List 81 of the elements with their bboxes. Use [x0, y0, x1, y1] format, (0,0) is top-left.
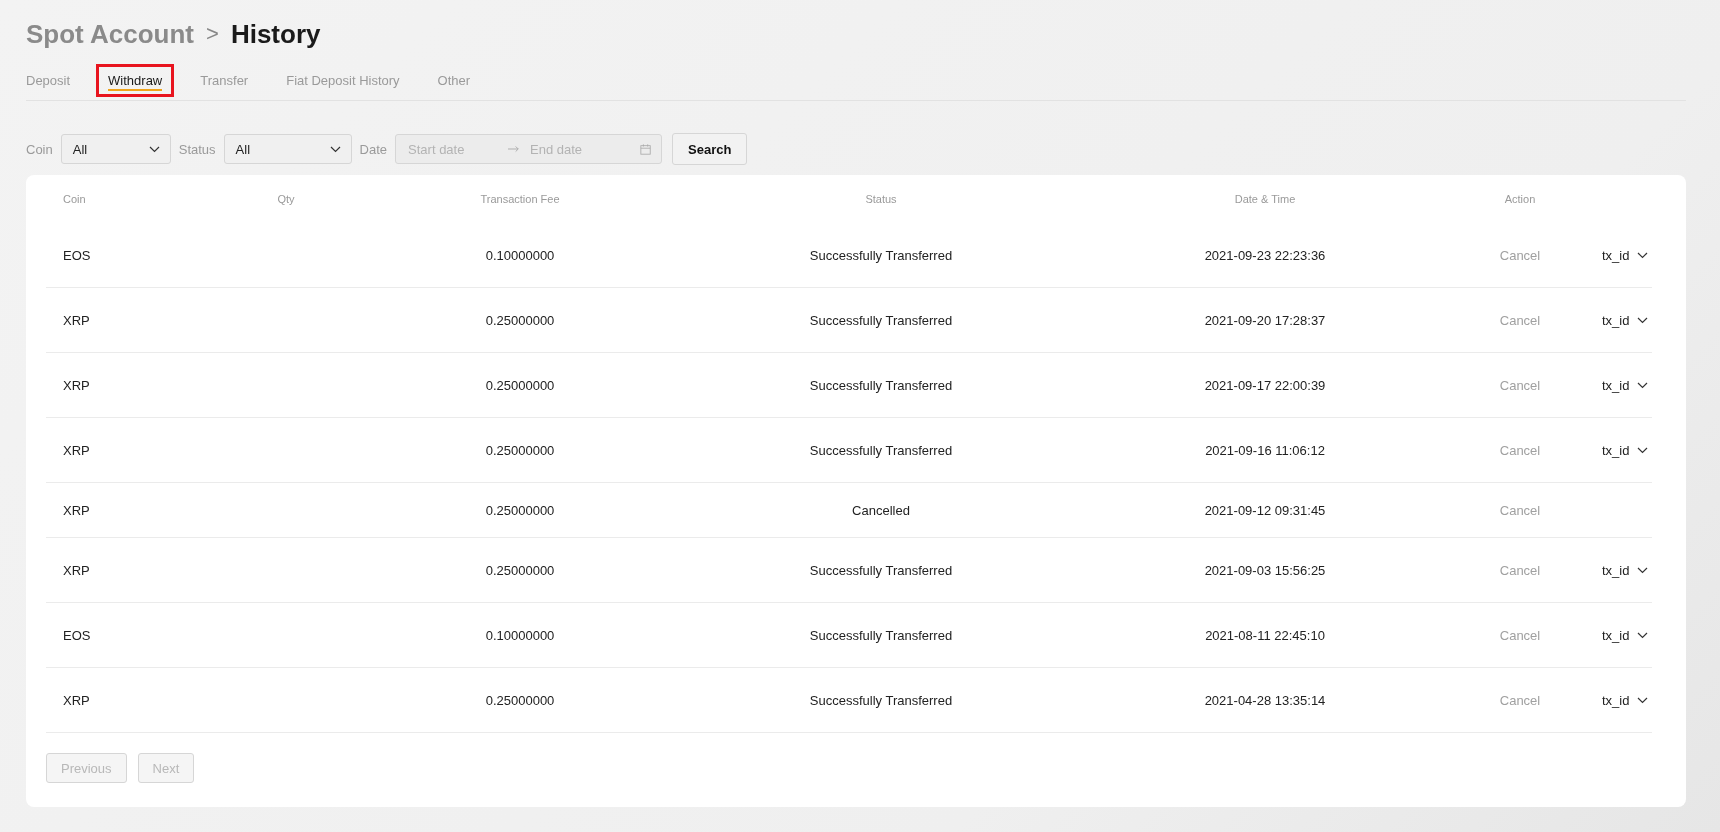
start-date-input[interactable]: Start date [408, 141, 499, 157]
status-select[interactable]: All [223, 134, 352, 164]
column-header: Date & Time [1234, 193, 1296, 205]
fee-cell: 0.25000000 [485, 562, 555, 578]
breadcrumb-separator: > [206, 21, 219, 47]
column-header: Qty [277, 193, 295, 205]
coin-label: Coin [26, 141, 53, 157]
cancel-link[interactable]: Cancel [1499, 377, 1541, 393]
tx-id-toggle[interactable]: tx_id [1602, 562, 1649, 578]
fee-cell: 0.10000000 [485, 627, 555, 643]
datetime-cell: 2021-09-16 11:06:12 [1205, 442, 1325, 458]
cancel-link[interactable]: Cancel [1499, 502, 1541, 518]
chevron-down-icon [329, 145, 341, 153]
datetime-cell: 2021-09-17 22:00:39 [1204, 377, 1326, 393]
cancel-link[interactable]: Cancel [1499, 562, 1541, 578]
coin-cell-text: XRP [62, 502, 90, 518]
coin-cell-text: XRP [62, 377, 90, 393]
end-date-input[interactable]: End date [530, 141, 630, 157]
status-cell: Successfully Transferred [809, 627, 953, 643]
chevron-down-icon [148, 145, 160, 153]
datetime-cell: 2021-08-11 22:45:10 [1205, 627, 1325, 643]
search-button[interactable]: Search [672, 133, 748, 165]
cancel-link[interactable]: Cancel [1499, 247, 1541, 263]
coin-cell-text: EOS [62, 627, 91, 643]
tab[interactable]: Deposit [26, 60, 83, 100]
datetime-cell: 2021-09-12 09:31:45 [1204, 502, 1326, 518]
status-cell: Cancelled [852, 502, 910, 518]
column-header: Transaction Fee [480, 193, 560, 205]
tab[interactable]: Withdraw [96, 60, 175, 100]
chevron-down-icon [1637, 316, 1649, 324]
status-cell: Successfully Transferred [809, 247, 953, 263]
chevron-down-icon [1637, 631, 1649, 639]
fee-cell: 0.25000000 [485, 312, 555, 328]
tx-id-toggle[interactable]: tx_id [1602, 377, 1649, 393]
chevron-down-icon [1637, 251, 1649, 259]
tx-id-toggle[interactable]: tx_id [1602, 627, 1649, 643]
calendar-icon [640, 142, 652, 156]
coin-cell-text: XRP [62, 562, 90, 578]
datetime-cell: 2021-09-03 15:56:25 [1204, 562, 1326, 578]
arrow-right-icon [508, 145, 520, 153]
status-cell: Successfully Transferred [809, 377, 953, 393]
cancel-link[interactable]: Cancel [1499, 312, 1541, 328]
coin-cell-text: XRP [62, 442, 90, 458]
chevron-down-icon [1637, 381, 1649, 389]
fee-cell: 0.25000000 [485, 377, 555, 393]
tx-id-toggle[interactable]: tx_id [1602, 312, 1649, 328]
column-header: Coin [62, 193, 86, 205]
tx-id-toggle[interactable]: tx_id [1602, 247, 1649, 263]
tx-id-toggle[interactable]: tx_id [1602, 442, 1649, 458]
tx-id-toggle[interactable]: tx_id [1602, 692, 1649, 708]
fee-cell: 0.25000000 [485, 692, 555, 708]
date-label: Date [359, 141, 388, 157]
coin-cell-text: XRP [62, 312, 90, 328]
tab[interactable]: Transfer [188, 60, 261, 100]
status-cell: Successfully Transferred [809, 442, 953, 458]
cancel-link[interactable]: Cancel [1499, 692, 1541, 708]
column-header: Action [1504, 193, 1536, 205]
datetime-cell: 2021-04-28 13:35:14 [1204, 692, 1326, 708]
status-cell: Successfully Transferred [809, 312, 953, 328]
fee-cell: 0.25000000 [485, 502, 555, 518]
chevron-down-icon [1637, 566, 1649, 574]
status-cell: Successfully Transferred [809, 562, 953, 578]
tab[interactable]: Other [425, 60, 483, 100]
coin-cell-text: EOS [62, 247, 91, 263]
chevron-down-icon [1637, 446, 1649, 454]
datetime-cell: 2021-09-23 22:23:36 [1204, 247, 1326, 263]
column-header: Status [865, 193, 897, 205]
coin-select[interactable]: All [60, 134, 171, 164]
fee-cell: 0.25000000 [485, 442, 555, 458]
datetime-cell: 2021-09-20 17:28:37 [1204, 312, 1326, 328]
date-range-field[interactable]: Start date End date [395, 134, 663, 164]
chevron-down-icon [1637, 696, 1649, 704]
tab[interactable]: Fiat Deposit History [274, 60, 412, 100]
fee-cell: 0.10000000 [485, 247, 555, 263]
cancel-link[interactable]: Cancel [1499, 442, 1541, 458]
breadcrumb-parent[interactable]: Spot Account [26, 18, 195, 50]
coin-cell-text: XRP [62, 692, 90, 708]
page-title: History [230, 18, 321, 50]
cancel-link[interactable]: Cancel [1499, 627, 1541, 643]
status-label: Status [178, 141, 216, 157]
status-cell: Successfully Transferred [809, 692, 953, 708]
